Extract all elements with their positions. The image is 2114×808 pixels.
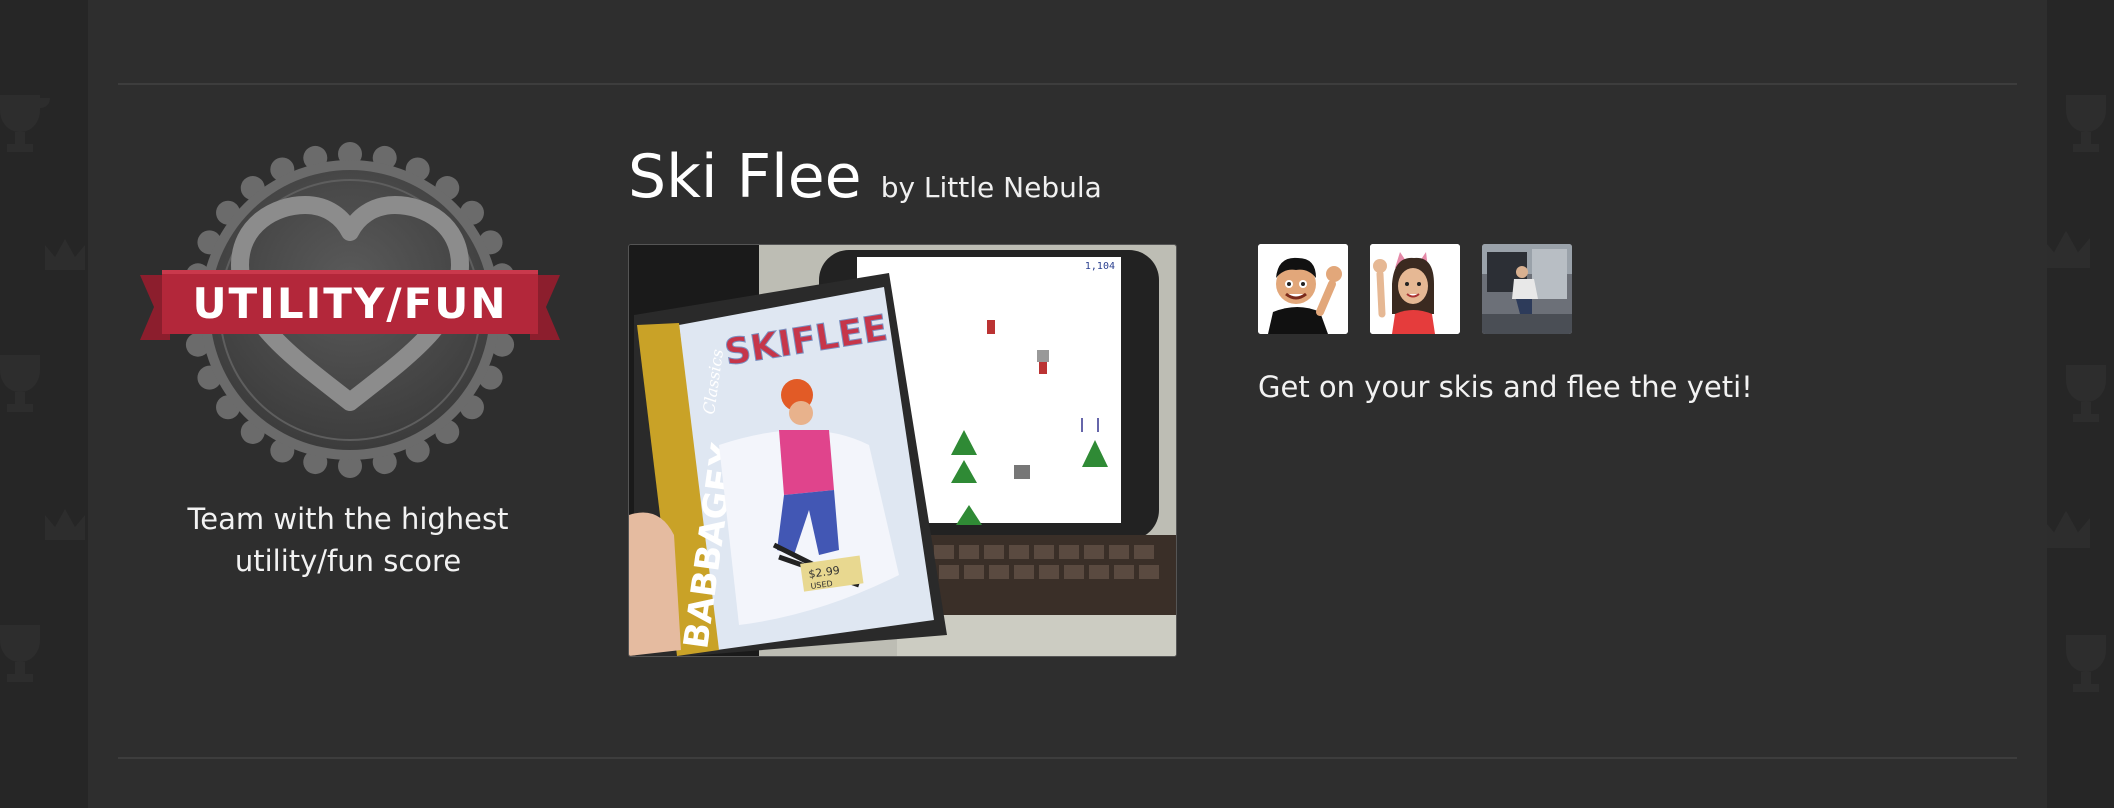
top-divider xyxy=(118,83,2017,85)
badge-text: UTILITY/FUN xyxy=(192,279,507,328)
game-screenshot[interactable]: 1,104 BABBAGEX Classics SKIFLEE $2.99 US… xyxy=(628,244,1177,657)
trophy-icon xyxy=(0,355,40,412)
trophy-icon xyxy=(0,95,50,152)
trophy-icon xyxy=(2066,635,2106,692)
crown-icon xyxy=(45,509,85,540)
game-title[interactable]: Ski Flee xyxy=(628,142,862,212)
game-screenshot-image: 1,104 BABBAGEX Classics SKIFLEE $2.99 US… xyxy=(629,245,1176,656)
bottom-divider xyxy=(118,757,2017,759)
game-description: Get on your skis and flee the yeti! xyxy=(1258,370,1753,404)
waving-boy-avatar-icon xyxy=(1258,244,1348,334)
trophy-icon xyxy=(2066,95,2106,152)
team-member-avatar[interactable] xyxy=(1258,244,1348,334)
photo-avatar-icon xyxy=(1482,244,1572,334)
game-score: 1,104 xyxy=(1085,261,1115,272)
left-background-pattern xyxy=(0,0,88,808)
team-member-avatar[interactable] xyxy=(1370,244,1460,334)
award-badge: UTILITY/FUN xyxy=(140,140,560,480)
trophy-icon xyxy=(2066,365,2106,422)
award-caption: Team with the highest utility/fun score xyxy=(187,502,509,578)
award-section: UTILITY/FUN Team with the highest utilit… xyxy=(88,0,2047,808)
trophy-icon xyxy=(0,625,40,682)
heart-badge-icon: UTILITY/FUN xyxy=(140,142,560,478)
game-title-row: Ski Flee by Little Nebula xyxy=(628,142,1102,212)
team-name: by Little Nebula xyxy=(880,171,1102,204)
team-members xyxy=(1258,244,1572,334)
crown-icon xyxy=(45,239,85,270)
waving-girl-avatar-icon xyxy=(1370,244,1460,334)
team-member-avatar[interactable] xyxy=(1482,244,1572,334)
